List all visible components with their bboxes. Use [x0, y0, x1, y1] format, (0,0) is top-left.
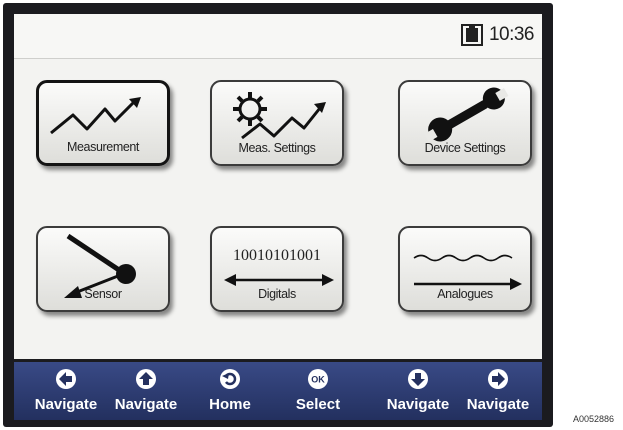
sensor-pointer-icon: [64, 233, 136, 298]
digitals-button[interactable]: 10010101001 Digitals: [210, 226, 344, 312]
device-settings-button[interactable]: Device Settings: [398, 80, 532, 166]
home-circle-icon: [220, 369, 240, 389]
gear-trend-icon: [233, 92, 326, 140]
battery-status-icon: [460, 24, 483, 46]
meas-settings-button[interactable]: Meas. Settings: [210, 80, 344, 166]
arrow-up-circle-icon: [136, 369, 156, 389]
arrow-right-circle-icon: [488, 369, 508, 389]
analogues-button[interactable]: Analogues: [398, 226, 532, 312]
display-screen: 10:36 Measurement Meas. Settings Device …: [14, 14, 542, 359]
navigate-down-button[interactable]: Navigate: [378, 362, 458, 420]
ok-glyph: OK: [311, 375, 325, 385]
trend-line-icon: [50, 97, 141, 135]
arrow-left-circle-icon: [56, 369, 76, 389]
sensor-label: Sensor: [84, 287, 122, 301]
navigate-left-button[interactable]: Navigate: [26, 362, 106, 420]
navigate-right-label: Navigate: [466, 396, 530, 413]
ok-circle-icon: OK: [308, 369, 328, 389]
home-button[interactable]: Home: [190, 362, 270, 420]
digitals-label: Digitals: [258, 287, 296, 301]
navigate-up-button[interactable]: Navigate: [106, 362, 186, 420]
meas-settings-label: Meas. Settings: [238, 141, 316, 155]
measurement-button[interactable]: Measurement: [36, 80, 170, 166]
sensor-button[interactable]: Sensor: [36, 226, 170, 312]
wave-arrow-icon: [413, 254, 522, 290]
select-button[interactable]: OK Select: [278, 362, 358, 420]
wrench-icon: [424, 87, 509, 142]
figure-reference: A0052886: [573, 414, 615, 424]
bidirectional-arrow-icon: [224, 274, 334, 286]
device-settings-label: Device Settings: [424, 141, 506, 155]
measurement-label: Measurement: [66, 140, 140, 154]
analogues-label: Analogues: [437, 287, 493, 301]
navigate-right-button[interactable]: Navigate: [458, 362, 538, 420]
soft-key-bar: Navigate Navigate Home OK Select Navigat…: [14, 362, 542, 420]
arrow-down-circle-icon: [408, 369, 428, 389]
status-bar: 10:36: [14, 14, 542, 59]
select-label: Select: [295, 396, 341, 413]
home-label: Home: [209, 396, 251, 413]
clock-time: 10:36: [488, 24, 535, 45]
